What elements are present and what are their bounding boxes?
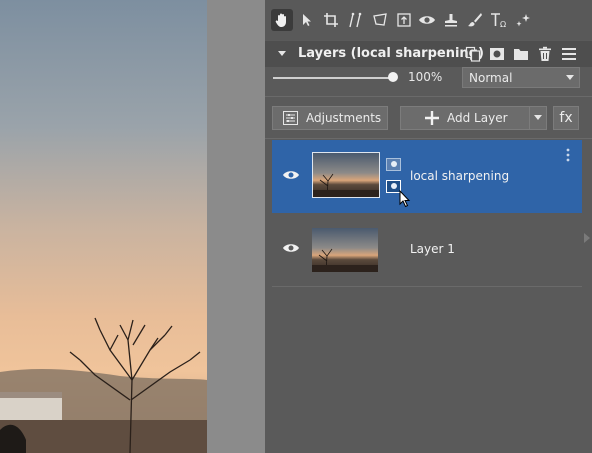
layer-thumbnail: [312, 228, 378, 272]
layer-name: Layer 1: [410, 242, 455, 256]
opacity-slider-handle[interactable]: [388, 72, 398, 82]
crop-tool[interactable]: [320, 9, 342, 31]
stamp-icon: [445, 14, 457, 27]
divider: [272, 286, 582, 287]
chevron-down-icon: [534, 115, 542, 120]
export-tool[interactable]: [393, 9, 415, 31]
layer-row[interactable]: local sharpening: [272, 140, 582, 213]
opacity-row: 100% Normal: [265, 67, 592, 91]
mouse-cursor-icon: [399, 190, 411, 208]
layers-header: Layers (local sharpening): [265, 41, 592, 67]
trash-icon: [539, 46, 551, 61]
layers-menu-button[interactable]: [560, 45, 578, 63]
canvas-gutter: [207, 0, 265, 453]
hamburger-menu-icon: [562, 48, 576, 60]
add-mask-button[interactable]: [488, 45, 506, 63]
divider: [265, 96, 592, 97]
visibility-eye-icon[interactable]: [282, 242, 300, 254]
visibility-eye-icon[interactable]: [282, 169, 300, 181]
panel-expand-arrow-icon[interactable]: [583, 232, 591, 244]
opacity-value: 100%: [408, 70, 443, 84]
copy-layer-button[interactable]: [464, 45, 482, 63]
svg-text:Ω: Ω: [500, 20, 506, 28]
add-layer-button[interactable]: Add Layer: [400, 106, 529, 130]
group-layers-button[interactable]: [512, 45, 530, 63]
more-options-icon[interactable]: [566, 148, 570, 162]
text-icon: Ω: [491, 13, 506, 28]
layer-thumbnail: [312, 152, 380, 198]
brush-tool[interactable]: [464, 9, 486, 31]
effects-tool[interactable]: [512, 9, 534, 31]
plus-icon: [425, 111, 439, 125]
straighten-tool[interactable]: [344, 9, 366, 31]
collapse-caret-icon[interactable]: [277, 48, 287, 58]
photo-canvas[interactable]: [0, 0, 207, 453]
select-tool[interactable]: [296, 9, 318, 31]
layer-name: local sharpening: [410, 169, 510, 183]
hand-tool[interactable]: [271, 9, 293, 31]
chevron-down-icon: [566, 75, 574, 80]
adjustments-button[interactable]: Adjustments: [272, 106, 388, 130]
transform-icon: [373, 13, 387, 26]
delete-layer-button[interactable]: [536, 45, 554, 63]
add-layer-label: Add Layer: [447, 111, 508, 125]
layers-panel: Ω Layers (local sharpening) 100% Normal: [265, 0, 592, 453]
divider: [265, 138, 592, 139]
sparkle-icon: [516, 14, 530, 27]
adjustments-label: Adjustments: [306, 111, 382, 125]
hand-icon: [275, 13, 286, 27]
eye-icon: [419, 16, 435, 24]
copy-icon: [465, 46, 481, 62]
landscape-photo: [0, 317, 207, 453]
blend-mode-select[interactable]: Normal: [462, 67, 580, 88]
view-tool[interactable]: [416, 9, 438, 31]
opacity-slider[interactable]: [273, 77, 393, 79]
clone-tool[interactable]: [440, 9, 462, 31]
brush-icon: [468, 13, 482, 27]
text-tool[interactable]: Ω: [488, 9, 510, 31]
straighten-icon: [349, 12, 362, 28]
layers-title: Layers (local sharpening): [298, 46, 484, 61]
fx-label: fx: [559, 110, 573, 126]
transform-tool[interactable]: [369, 9, 391, 31]
arrow-pointer-icon: [303, 14, 311, 26]
layer-mask-thumbnail[interactable]: [386, 158, 401, 171]
frame-icon: [397, 13, 411, 27]
adjustments-icon: [283, 111, 298, 125]
layer-effects-button[interactable]: fx: [553, 106, 579, 130]
folder-icon: [514, 49, 528, 60]
add-layer-dropdown[interactable]: [529, 106, 547, 130]
blend-mode-value: Normal: [469, 71, 513, 85]
mask-icon: [490, 48, 504, 60]
crop-icon: [324, 13, 338, 27]
tools-toolbar: Ω: [265, 0, 592, 40]
layer-row[interactable]: Layer 1: [272, 213, 582, 286]
